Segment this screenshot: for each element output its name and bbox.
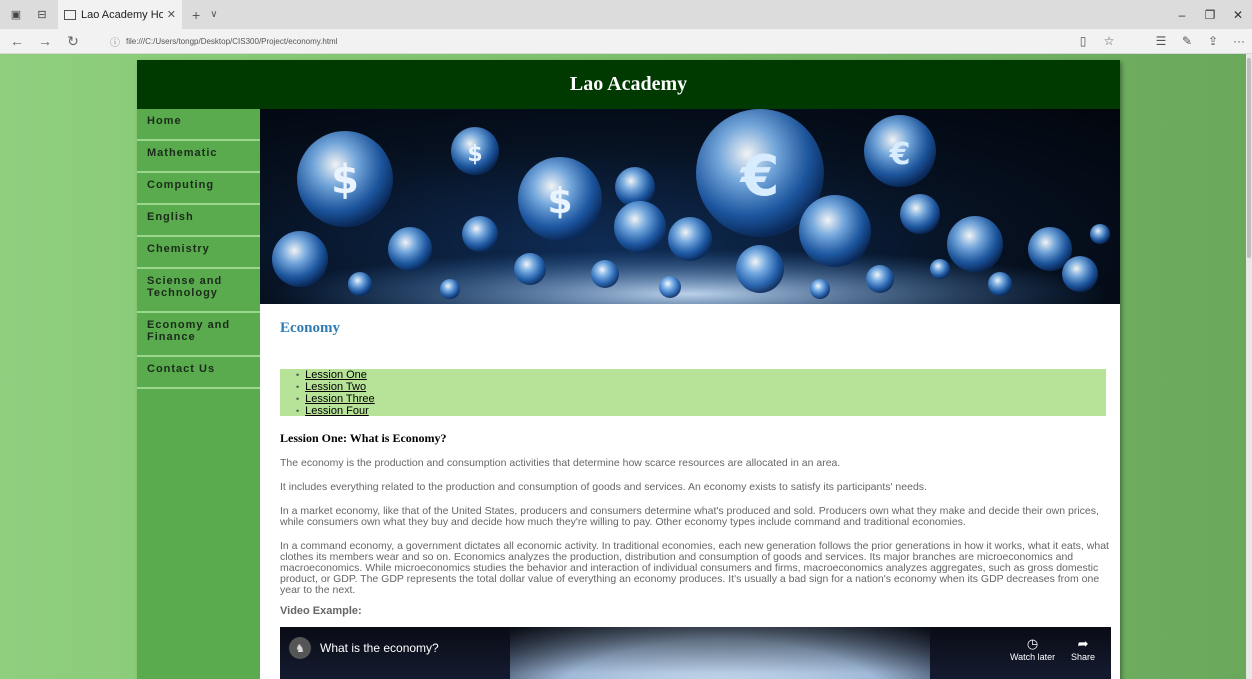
site-info-icon[interactable]: ⓘ xyxy=(110,34,120,49)
toolbar-right: ▯ ☆ ☰ ✎ ⇪ ··· xyxy=(1070,34,1252,48)
new-tab-icon[interactable]: + xyxy=(192,7,200,23)
lesson-two-link[interactable]: Lession Two xyxy=(305,381,366,393)
list-item: Lession Three xyxy=(296,393,1106,405)
lesson-four-link[interactable]: Lession Four xyxy=(305,405,369,417)
site-header: Lao Academy xyxy=(137,60,1120,109)
back-icon[interactable]: ← xyxy=(6,33,28,49)
svg-text:€: € xyxy=(889,137,911,172)
nav-science-technology[interactable]: Sciense and Technology xyxy=(137,269,260,313)
page-title: Economy xyxy=(280,320,340,336)
tab-actions-icon[interactable]: ▣ xyxy=(6,5,26,25)
nav-economy-finance[interactable]: Economy and Finance xyxy=(137,313,260,357)
watch-later-label: Watch later xyxy=(1010,652,1056,662)
list-item: Lession Two xyxy=(296,381,1106,393)
close-window-icon[interactable]: ✕ xyxy=(1224,8,1252,22)
browser-tab[interactable]: Lao Academy Home Pag ✕ xyxy=(58,0,182,29)
nav-english[interactable]: English xyxy=(137,205,260,237)
page-viewport: Lao Academy Home Mathematic Computing En… xyxy=(0,54,1252,679)
address-field[interactable]: file:///C:/Users/tongp/Desktop/CIS300/Pr… xyxy=(126,37,338,46)
lesson-list: Lession One Lession Two Lession Three Le… xyxy=(280,369,1106,417)
scroll-thumb[interactable] xyxy=(1247,58,1251,258)
site-title: Lao Academy xyxy=(569,73,688,95)
paragraph: In a market economy, like that of the Un… xyxy=(280,505,1099,528)
channel-avatar-icon[interactable]: ♞ xyxy=(289,637,311,659)
bubbles-graphic: $ $ $ € € xyxy=(270,109,1110,304)
video-title[interactable]: What is the economy? xyxy=(320,641,439,655)
hero-currency-bubbles-image: $ $ $ € € xyxy=(260,109,1120,304)
lesson-heading: Lession One: What is Economy? xyxy=(280,431,447,445)
close-tab-icon[interactable]: ✕ xyxy=(167,8,176,21)
favorite-star-icon[interactable]: ☆ xyxy=(1096,34,1122,48)
nav-chemistry[interactable]: Chemistry xyxy=(137,237,260,269)
window-controls: – ❐ ✕ xyxy=(1168,8,1252,22)
paragraph: In a command economy, a government dicta… xyxy=(280,540,1109,596)
tab-title: Lao Academy Home Pag xyxy=(81,8,163,21)
paragraph: It includes everything related to the pr… xyxy=(280,481,927,493)
browser-toolbar: ← → ↻ ⓘ file:///C:/Users/tongp/Desktop/C… xyxy=(0,29,1252,54)
video-player[interactable]: ♞ What is the economy? ◷ Watch later ➦ S… xyxy=(280,627,1111,679)
list-item: Lession Four xyxy=(296,405,1106,417)
nav-computing[interactable]: Computing xyxy=(137,173,260,205)
browser-titlebar: ▣ ⊟ Lao Academy Home Pag ✕ + ∨ – ❐ ✕ xyxy=(0,0,1252,29)
refresh-icon[interactable]: ↻ xyxy=(62,33,84,50)
video-label: Video Example: xyxy=(280,605,362,617)
share-icon[interactable]: ⇪ xyxy=(1200,34,1226,48)
list-item: Lession One xyxy=(296,369,1106,381)
paragraph: The economy is the production and consum… xyxy=(280,457,841,469)
lesson-one-link[interactable]: Lession One xyxy=(305,369,367,381)
pen-icon[interactable]: ✎ xyxy=(1174,34,1200,48)
share-button[interactable]: ➦ Share xyxy=(1071,636,1095,662)
nav-home[interactable]: Home xyxy=(137,109,260,141)
lesson-three-link[interactable]: Lession Three xyxy=(305,393,375,405)
svg-text:$: $ xyxy=(331,157,359,203)
nav-mathematic[interactable]: Mathematic xyxy=(137,141,260,173)
site-container: Lao Academy Home Mathematic Computing En… xyxy=(137,60,1120,679)
page-icon xyxy=(64,9,76,20)
sidebar: Home Mathematic Computing English Chemis… xyxy=(137,109,260,679)
forward-icon[interactable]: → xyxy=(34,33,56,49)
clock-icon: ◷ xyxy=(1026,636,1039,651)
svg-text:$: $ xyxy=(547,181,572,222)
tab-preview-chevron-icon[interactable]: ∨ xyxy=(210,9,217,20)
nav-contact-us[interactable]: Contact Us xyxy=(137,357,260,389)
watch-later-button[interactable]: ◷ Watch later xyxy=(1010,636,1055,662)
reading-view-icon[interactable]: ▯ xyxy=(1070,34,1096,48)
svg-text:€: € xyxy=(739,144,780,209)
more-icon[interactable]: ··· xyxy=(1226,34,1252,48)
minimize-icon[interactable]: – xyxy=(1168,8,1196,22)
svg-text:$: $ xyxy=(467,142,482,167)
page-scrollbar[interactable] xyxy=(1246,54,1252,679)
favorites-list-icon[interactable]: ☰ xyxy=(1148,34,1174,48)
restore-icon[interactable]: ❐ xyxy=(1196,8,1224,22)
set-aside-tabs-icon[interactable]: ⊟ xyxy=(32,5,52,25)
share-label: Share xyxy=(1071,652,1096,662)
main-content: $ $ $ € € Economy • Lession One • Lessio… xyxy=(260,109,1120,679)
share-arrow-icon: ➦ xyxy=(1077,636,1089,651)
